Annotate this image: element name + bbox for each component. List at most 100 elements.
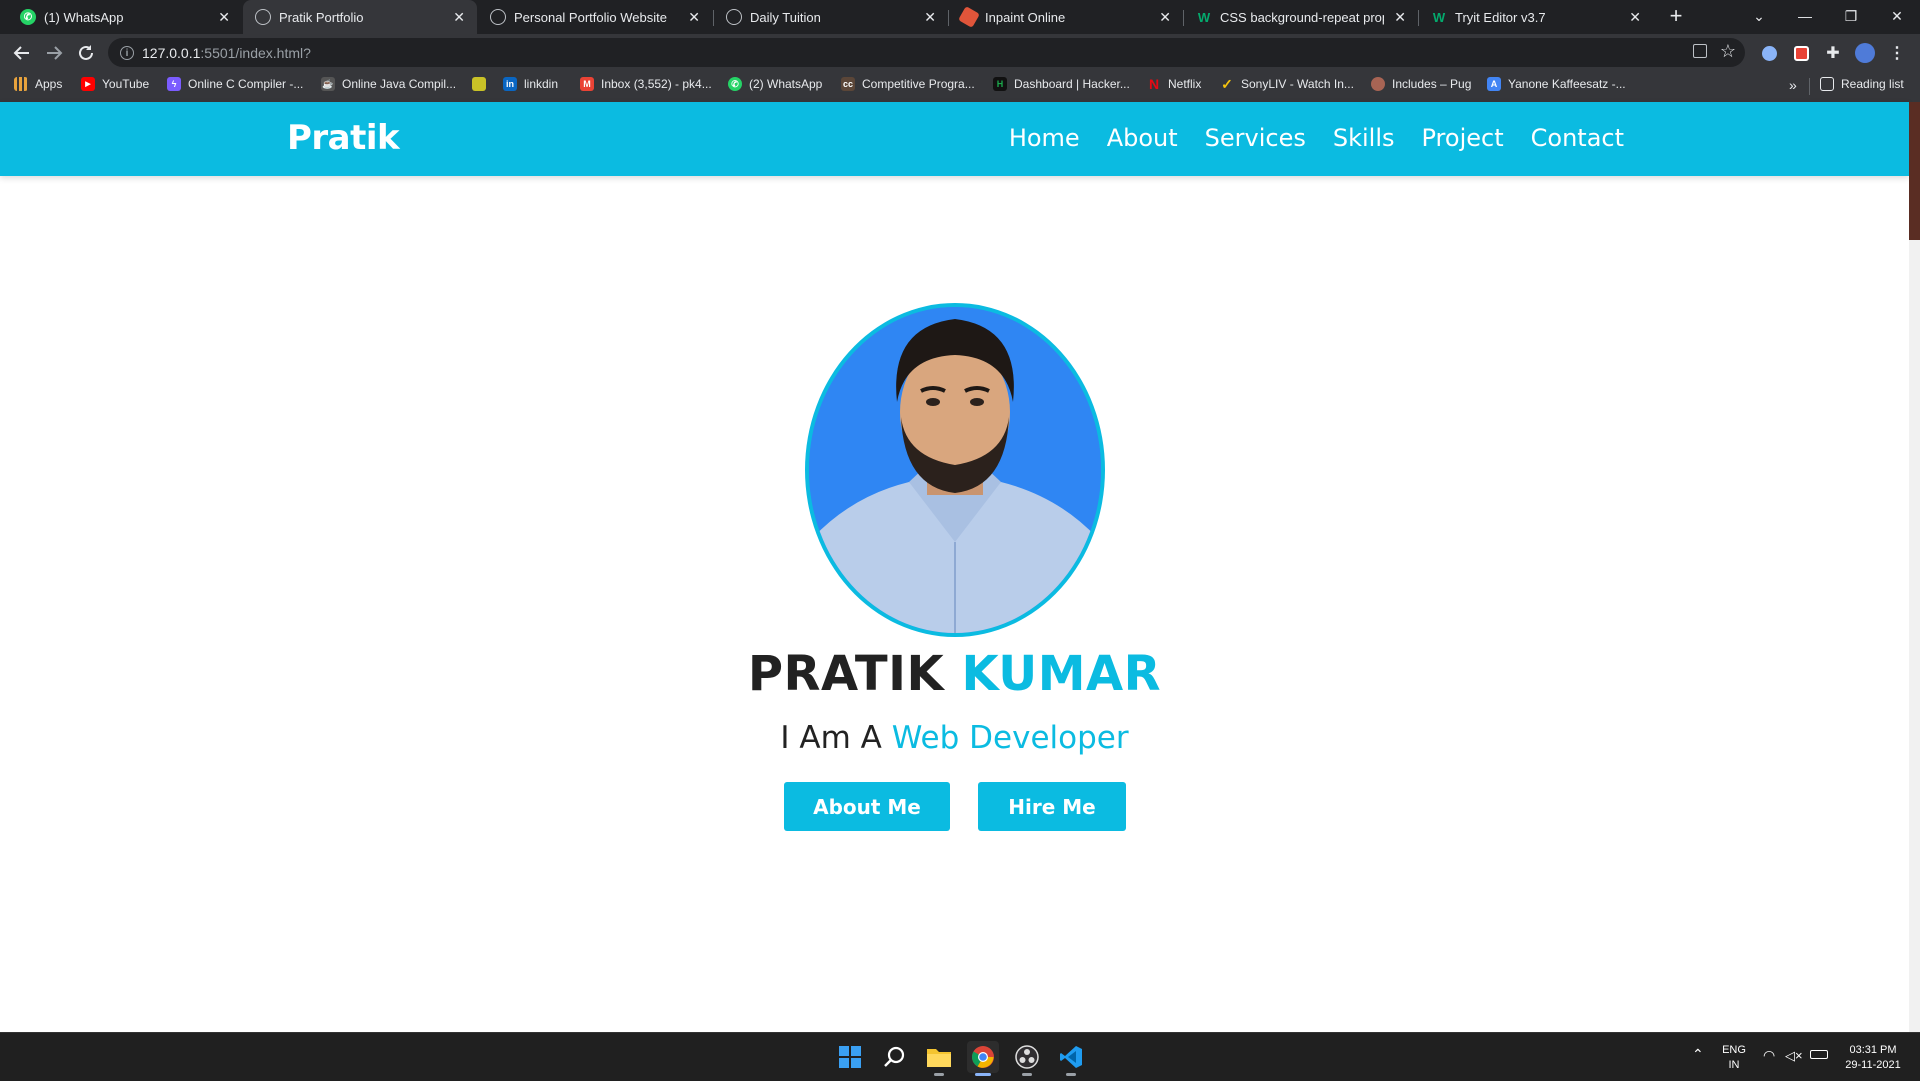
- bookmark-whatsapp[interactable]: ✆ (2) WhatsApp: [728, 77, 822, 91]
- tab-label: CSS background-repeat propert: [1220, 9, 1384, 25]
- reading-list-label: Reading list: [1841, 77, 1904, 91]
- window-close-icon[interactable]: ✕: [1874, 0, 1920, 32]
- tab-whatsapp[interactable]: ✆ (1) WhatsApp ✕: [8, 0, 242, 34]
- hackerrank-icon: H: [993, 77, 1007, 91]
- show-hidden-icons-chevron-icon[interactable]: ⌃: [1692, 1047, 1704, 1062]
- nav-contact-link[interactable]: Contact: [1531, 124, 1624, 152]
- file-explorer-icon[interactable]: [923, 1041, 955, 1076]
- chrome-icon[interactable]: [967, 1041, 999, 1076]
- vscode-icon[interactable]: [1055, 1041, 1087, 1076]
- extension-icon[interactable]: [1759, 43, 1779, 63]
- bookmark-online-c-compiler[interactable]: ϟ Online C Compiler -...: [167, 77, 303, 91]
- tab-personal-portfolio[interactable]: Personal Portfolio Website ✕: [478, 0, 712, 34]
- profile-photo: [805, 303, 1105, 637]
- bookmark-youtube[interactable]: ▶ YouTube: [81, 77, 149, 91]
- bookmark-label: Competitive Progra...: [862, 77, 975, 91]
- close-icon[interactable]: ✕: [453, 9, 465, 25]
- tab-label: Daily Tuition: [750, 9, 821, 25]
- site-header: Pratik Home About Services Skills Projec…: [0, 102, 1909, 176]
- pug-icon: [1371, 77, 1385, 91]
- bookmark-star-icon[interactable]: ☆: [1720, 41, 1736, 62]
- w3schools-icon: W: [1197, 9, 1211, 25]
- forward-arrow-icon[interactable]: [40, 39, 68, 67]
- bolt-icon: ϟ: [167, 77, 181, 91]
- about-me-button[interactable]: About Me: [784, 782, 950, 831]
- speaker-muted-icon[interactable]: ◁×: [1785, 1048, 1803, 1063]
- close-icon[interactable]: ✕: [1394, 9, 1406, 25]
- tab-pratik-portfolio[interactable]: Pratik Portfolio ✕: [243, 0, 477, 34]
- youtube-icon: ▶: [81, 77, 95, 91]
- bookmark-label: Yanone Kaffeesatz -...: [1508, 77, 1626, 91]
- nav-project-link[interactable]: Project: [1422, 124, 1504, 152]
- bookmark-label: YouTube: [102, 77, 150, 91]
- bookmark-apps[interactable]: Apps: [14, 77, 62, 91]
- battery-icon[interactable]: [1810, 1050, 1828, 1059]
- tab-label: Pratik Portfolio: [279, 9, 364, 25]
- nav-skills-link[interactable]: Skills: [1333, 124, 1395, 152]
- hire-me-button[interactable]: Hire Me: [978, 782, 1126, 831]
- site-info-icon[interactable]: i: [120, 45, 134, 60]
- windows-taskbar: ⌃ ENG IN ◠ ◁× 03:31 PM 29-11-2021: [0, 1032, 1920, 1081]
- tab-inpaint[interactable]: Inpaint Online ✕: [949, 0, 1183, 34]
- tab-search-chevron-icon[interactable]: ⌄: [1736, 0, 1782, 32]
- close-icon[interactable]: ✕: [688, 9, 700, 25]
- bookmark-netflix[interactable]: N Netflix: [1147, 76, 1201, 92]
- url-path: :5501/index.html?: [200, 44, 311, 61]
- restore-icon[interactable]: ❐: [1828, 0, 1874, 32]
- hero-name-heading: PRATIK KUMAR: [0, 646, 1909, 702]
- nav-about-link[interactable]: About: [1107, 124, 1178, 152]
- bookmark-hackerrank[interactable]: H Dashboard | Hacker...: [993, 77, 1130, 91]
- screen-recorder-extension-icon[interactable]: [1791, 43, 1811, 63]
- bookmarks-overflow-chevron-icon[interactable]: »: [1789, 77, 1797, 93]
- tab-tryit-editor[interactable]: W Tryit Editor v3.7 ✕: [1419, 0, 1653, 34]
- hero-role-title: Web Developer: [891, 720, 1129, 756]
- share-icon[interactable]: [1693, 44, 1707, 58]
- browser-menu-icon[interactable]: ⋮: [1887, 43, 1907, 63]
- profile-avatar[interactable]: [1855, 43, 1875, 63]
- reload-icon[interactable]: [72, 39, 100, 67]
- close-icon[interactable]: ✕: [924, 9, 936, 25]
- hero-last-name: KUMAR: [961, 646, 1162, 702]
- reading-list-icon: [1820, 77, 1834, 91]
- nav-home-link[interactable]: Home: [1009, 124, 1080, 152]
- region-code: IN: [1728, 1059, 1740, 1071]
- close-icon[interactable]: ✕: [1159, 9, 1171, 25]
- tab-label: Inpaint Online: [985, 9, 1066, 25]
- obs-icon[interactable]: [1011, 1041, 1043, 1076]
- system-clock[interactable]: 03:31 PM 29-11-2021: [1838, 1043, 1908, 1073]
- codechef-icon: cc: [841, 77, 855, 91]
- bookmark-image[interactable]: [472, 77, 486, 91]
- input-language-indicator[interactable]: ENG IN: [1718, 1043, 1750, 1073]
- google-fonts-icon: A: [1487, 77, 1501, 91]
- extensions-puzzle-icon[interactable]: ✚: [1823, 43, 1843, 63]
- bookmark-competitive-programming[interactable]: cc Competitive Progra...: [841, 77, 975, 91]
- bookmark-sonyliv[interactable]: ✓ SonyLIV - Watch In...: [1220, 76, 1354, 92]
- bookmark-pug-includes[interactable]: Includes – Pug: [1371, 77, 1471, 91]
- nav-services-link[interactable]: Services: [1205, 124, 1306, 152]
- bookmark-label: linkdin: [524, 77, 559, 91]
- site-logo[interactable]: Pratik: [287, 118, 400, 158]
- whatsapp-icon: ✆: [728, 77, 742, 91]
- browser-tab-strip: ✆ (1) WhatsApp ✕ Pratik Portfolio ✕ Pers…: [0, 0, 1920, 34]
- bookmark-yanone-kaffeesatz[interactable]: A Yanone Kaffeesatz -...: [1487, 77, 1626, 91]
- wifi-icon[interactable]: ◠: [1763, 1048, 1775, 1063]
- address-bar[interactable]: i 127.0.0.1:5501/index.html? ☆: [108, 38, 1745, 67]
- close-icon[interactable]: ✕: [218, 9, 230, 25]
- back-arrow-icon[interactable]: [8, 39, 36, 67]
- bookmark-label: Online Java Compil...: [342, 77, 457, 91]
- page-scrollbar-track[interactable]: [1909, 102, 1920, 1032]
- minimize-icon[interactable]: —: [1782, 0, 1828, 32]
- bookmark-online-java-compiler[interactable]: ☕ Online Java Compil...: [321, 77, 456, 91]
- reading-list-button[interactable]: Reading list: [1820, 77, 1904, 91]
- tab-daily-tuition[interactable]: Daily Tuition ✕: [714, 0, 948, 34]
- bookmark-gmail-inbox[interactable]: M Inbox (3,552) - pk4...: [580, 77, 712, 91]
- close-icon[interactable]: ✕: [1629, 9, 1641, 25]
- windows-start-icon[interactable]: [834, 1041, 866, 1073]
- page-scrollbar-thumb[interactable]: [1909, 102, 1920, 240]
- new-tab-plus-icon[interactable]: +: [1663, 4, 1689, 30]
- bookmark-label: SonyLIV - Watch In...: [1241, 77, 1354, 91]
- bookmark-linkedin[interactable]: in linkdin: [503, 77, 558, 91]
- tab-css-background-repeat[interactable]: W CSS background-repeat propert ✕: [1184, 0, 1418, 34]
- search-icon[interactable]: [879, 1041, 911, 1073]
- bookmarks-divider: [1809, 78, 1810, 95]
